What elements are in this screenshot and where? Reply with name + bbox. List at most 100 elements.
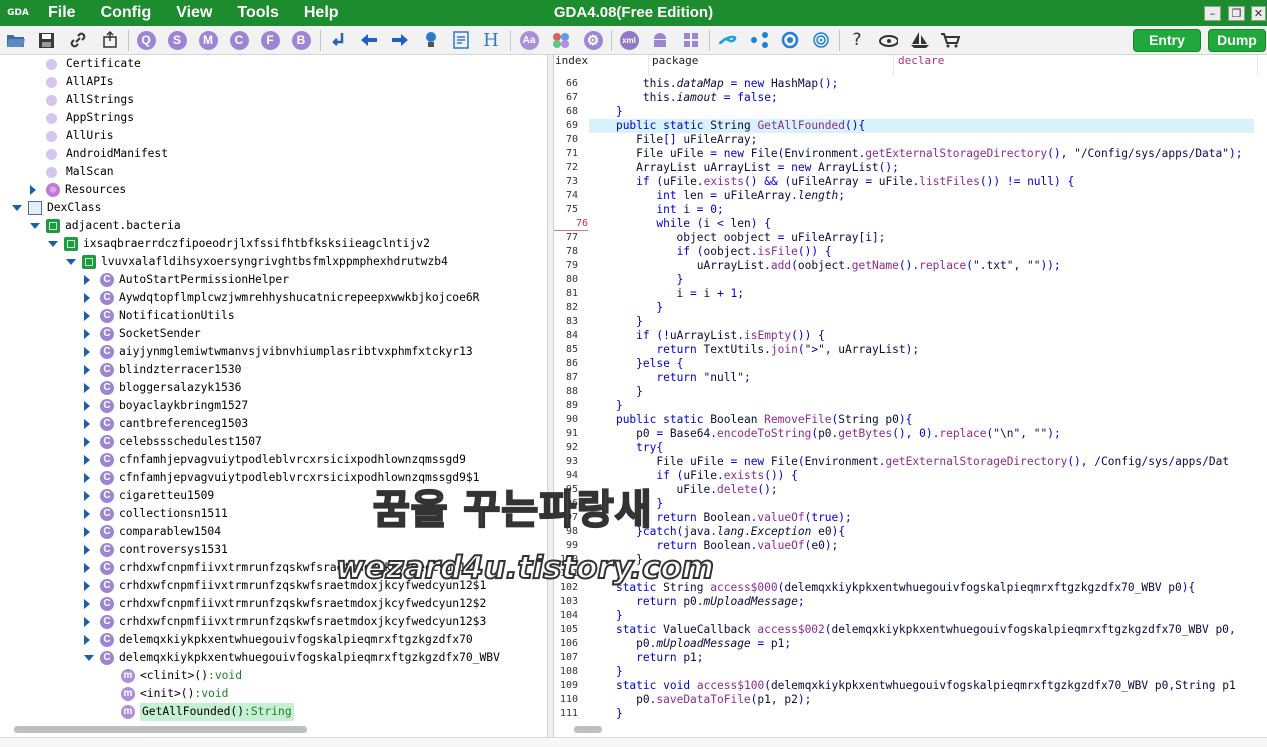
code-line[interactable]: if (uFile.exists()) { <box>589 469 798 483</box>
code-line[interactable]: } <box>589 105 623 119</box>
code-line[interactable]: static void access$100(delemqxkiykpkxent… <box>589 679 1236 693</box>
expand-arrow-icon[interactable] <box>84 437 90 447</box>
tree-item[interactable]: AllStrings <box>0 91 547 109</box>
tree-class-item[interactable]: Ccelebssschedulest1507 <box>0 433 547 451</box>
expand-arrow-icon[interactable] <box>84 293 90 303</box>
code-line[interactable]: p0.saveDataToFile(p1, p2); <box>589 693 811 707</box>
expand-arrow-icon[interactable] <box>84 545 90 555</box>
tree-class-item[interactable]: Ccrhdxwfcnpmfiivxtrmrunfzqskwfsraetmdoxj… <box>0 577 547 595</box>
expand-arrow-icon[interactable] <box>84 599 90 609</box>
expand-arrow-icon[interactable] <box>84 419 90 429</box>
menu-view[interactable]: View <box>176 0 212 26</box>
bulb-icon[interactable] <box>421 30 441 50</box>
code-line[interactable]: } <box>589 567 623 581</box>
tree-class-item[interactable]: Cblindzterracer1530 <box>0 361 547 379</box>
tree-item[interactable]: AllAPIs <box>0 73 547 91</box>
expand-arrow-icon[interactable] <box>84 473 90 483</box>
code-line[interactable]: p0.mUploadMessage = p1; <box>589 637 791 651</box>
expand-arrow-icon[interactable] <box>84 329 90 339</box>
column-index[interactable]: index <box>555 55 649 75</box>
splitter[interactable] <box>547 55 554 737</box>
code-line[interactable]: }else { <box>589 357 683 371</box>
tree-class-item[interactable]: Cdelemqxkiykpkxentwhuegouivfogskalpieqmr… <box>0 649 547 667</box>
tree-method-item[interactable]: m <init>():void <box>0 685 547 703</box>
code-line[interactable]: } <box>589 301 663 315</box>
tree-class-item[interactable]: Ccrhdxwfcnpmfiivxtrmrunfzqskwfsraetmdoxj… <box>0 595 547 613</box>
expand-arrow-icon[interactable] <box>84 563 90 573</box>
tree-class-item[interactable]: Cboyaclaykbringm1527 <box>0 397 547 415</box>
expand-arrow-icon[interactable] <box>84 275 90 285</box>
menu-file[interactable]: File <box>48 0 76 26</box>
code-line[interactable]: if (oobject.isFile()) { <box>589 245 832 259</box>
entry-button[interactable]: Entry <box>1133 29 1201 52</box>
menu-tools[interactable]: Tools <box>237 0 278 26</box>
open-folder-icon[interactable] <box>6 30 26 50</box>
tree-item[interactable]: adjacent.bacteria <box>0 217 547 235</box>
code-line[interactable]: if (!uArrayList.isEmpty()) { <box>589 329 825 343</box>
class-tree-panel[interactable]: Certificate AllAPIs AllStrings AppStrings Al… <box>0 55 547 737</box>
code-line[interactable]: uFile.delete(); <box>589 483 778 497</box>
tree-class-item[interactable]: Ccigaretteu1509 <box>0 487 547 505</box>
tree-item[interactable]: AppStrings <box>0 109 547 127</box>
collapse-arrow-icon[interactable] <box>30 223 40 229</box>
tree-item[interactable]: DexClass <box>0 199 547 217</box>
expand-arrow-icon[interactable] <box>84 509 90 519</box>
expand-arrow-icon[interactable] <box>84 635 90 645</box>
tree-item[interactable]: ixsaqbraerrdczfipoeodrjlxfssifhtbfksksii… <box>0 235 547 253</box>
tree-class-item[interactable]: Ccollectionsn1511 <box>0 505 547 523</box>
code-line[interactable]: p0 = Base64.encodeToString(p0.getBytes()… <box>589 427 1061 441</box>
collapse-arrow-icon[interactable] <box>12 205 22 211</box>
tree-class-item[interactable]: C Aywdqtopflmplcwzjwmrehhyshucatnicrepeep… <box>0 289 547 307</box>
code-line[interactable]: try{ <box>589 441 663 455</box>
code-line[interactable]: int len = uFileArray.length; <box>589 189 845 203</box>
close-button[interactable]: ✕ <box>1251 6 1266 21</box>
expand-arrow-icon[interactable] <box>84 311 90 321</box>
tree-class-item[interactable]: Ccrhdxwfcnpmfiivxtrmrunfzqskwfsraetmdoxj… <box>0 559 547 577</box>
code-line[interactable]: } <box>589 315 643 329</box>
expand-arrow-icon[interactable] <box>84 617 90 627</box>
code-horizontal-scrollbar[interactable] <box>554 722 1267 737</box>
code-line[interactable]: return p1; <box>589 651 703 665</box>
expand-arrow-icon[interactable] <box>84 383 90 393</box>
expand-arrow-icon[interactable] <box>30 185 36 195</box>
cloud-icon[interactable] <box>878 30 898 50</box>
code-line[interactable]: ArrayList uArrayList = new ArrayList(); <box>589 161 899 175</box>
infinity-icon[interactable] <box>718 30 738 50</box>
cart-icon[interactable] <box>940 30 960 50</box>
column-package[interactable]: package <box>652 55 894 75</box>
tree-item[interactable]: AllUris <box>0 127 547 145</box>
search-b-icon[interactable]: B <box>291 30 311 50</box>
collapse-arrow-icon[interactable] <box>66 259 76 265</box>
code-line[interactable]: public static String GetAllFounded(){ <box>589 119 1254 133</box>
tree-class-item[interactable]: Ccrhdxwfcnpmfiivxtrmrunfzqskwfsraetmdoxj… <box>0 613 547 631</box>
code-line[interactable]: return Boolean.valueOf(true); <box>589 511 851 525</box>
tree-item[interactable]: lvuvxalafldihsyxoersyngrivghtbsfmlxppmph… <box>0 253 547 271</box>
code-line[interactable]: this.iamout = false; <box>589 91 778 105</box>
tree-class-item[interactable]: C NotificationUtils <box>0 307 547 325</box>
tree-class-item[interactable]: Ccontroversys1531 <box>0 541 547 559</box>
expand-arrow-icon[interactable] <box>84 491 90 501</box>
tree-class-item[interactable]: C AutoStartPermissionHelper <box>0 271 547 289</box>
code-line[interactable]: } <box>589 497 663 511</box>
expand-arrow-icon[interactable] <box>84 455 90 465</box>
code-line[interactable]: } <box>589 553 643 567</box>
code-line[interactable]: } <box>589 707 623 721</box>
code-line[interactable]: } <box>589 609 623 623</box>
goto-icon[interactable] <box>329 30 349 50</box>
code-line[interactable]: int i = 0; <box>589 203 723 217</box>
tree-class-item[interactable]: Caiyjynmglemiwtwmanvsjvibnvhiumplasribtv… <box>0 343 547 361</box>
tree-horizontal-scrollbar[interactable] <box>0 722 547 737</box>
search-f-icon[interactable]: F <box>260 30 280 50</box>
menu-config[interactable]: Config <box>101 0 152 26</box>
code-line[interactable]: File uFile = new File(Environment.getExt… <box>589 455 1229 469</box>
expand-arrow-icon[interactable] <box>84 581 90 591</box>
font-aa-icon[interactable]: Aa <box>519 30 539 50</box>
windows-icon[interactable] <box>681 30 701 50</box>
save-icon[interactable] <box>36 30 56 50</box>
sailboat-icon[interactable] <box>910 30 930 50</box>
code-line[interactable]: return Boolean.valueOf(e0); <box>589 539 838 553</box>
maximize-button[interactable]: ❐ <box>1228 6 1245 21</box>
code-line[interactable]: return TextUtils.join(">", uArrayList); <box>589 343 919 357</box>
code-line[interactable]: i = i + 1; <box>589 287 744 301</box>
tree-item[interactable]: MalScan <box>0 163 547 181</box>
